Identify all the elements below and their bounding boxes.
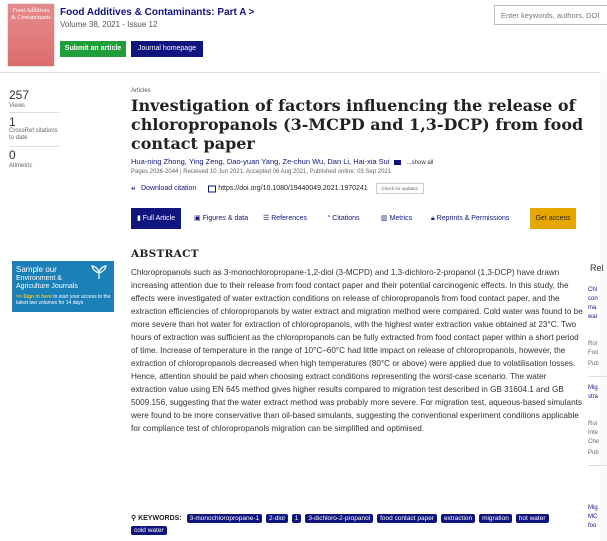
tab-full-article[interactable]: ▮ Full Article	[131, 208, 182, 229]
related-divider	[588, 465, 607, 466]
citation-row: “ Download citation https://doi.org/10.10…	[131, 183, 424, 194]
related-item-meta: Pub	[588, 450, 599, 456]
related-item-text[interactable]: stra	[588, 393, 607, 401]
svg-text:“: “	[131, 185, 136, 193]
crossref-count[interactable]: 1	[9, 115, 16, 129]
journal-volume-issue[interactable]: Volume 38, 2021 - Issue 12	[60, 20, 157, 29]
related-item-text[interactable]: wal	[588, 313, 607, 321]
download-citation-label: Download citation	[141, 185, 197, 193]
tab-label: Figures & data	[202, 215, 249, 222]
related-item-meta: Che	[588, 439, 600, 445]
altmetric-label: Altmetric	[9, 163, 33, 169]
doi-icon	[208, 185, 217, 192]
tab-label: Citations	[332, 215, 360, 222]
related-heading: Rel	[590, 263, 604, 273]
quote-icon: “	[131, 185, 136, 193]
related-divider	[588, 376, 607, 377]
tab-label: References	[271, 215, 308, 222]
sample-journals-ad[interactable]: Sample our Environment & Agriculture Jou…	[12, 261, 114, 312]
crossmark-badge[interactable]: Check for updates	[375, 183, 424, 194]
doi-text: https://doi.org/10.1080/19440049.2021.19…	[218, 185, 368, 193]
related-item-text[interactable]: MC	[588, 513, 607, 521]
views-count: 257	[9, 88, 30, 102]
keyword-tag[interactable]: 3-dichloro-2-propanol	[305, 514, 374, 523]
ad-line-3: >> Sign in here to start your access to …	[16, 294, 114, 306]
download-citation-link[interactable]: “ Download citation	[131, 185, 198, 193]
article-dates: Pages 2036-2044 | Received 10 Jun 2021, …	[131, 169, 392, 175]
keyword-tag[interactable]: 2-diol	[265, 514, 288, 523]
related-item-meta: Pub	[588, 361, 599, 367]
related-item-text[interactable]: foo	[588, 522, 607, 530]
chevron-right-icon: >	[248, 7, 255, 18]
altmetric-count[interactable]: 0	[9, 148, 16, 162]
article-type: Articles	[131, 88, 151, 94]
keyword-tag[interactable]: cold water	[131, 526, 167, 535]
journal-title-link[interactable]: Food Additives & Contaminants: Part A >	[60, 7, 254, 18]
metrics-divider	[9, 112, 59, 113]
keyword-tag[interactable]: hot water	[515, 514, 549, 523]
related-item-text[interactable]: ma	[588, 304, 607, 312]
header-divider	[0, 72, 600, 73]
related-item-text[interactable]: Chl	[588, 286, 607, 294]
plant-icon	[91, 265, 107, 279]
tab-label: Reprints & Permissions	[436, 215, 510, 222]
keyword-tag[interactable]: migration	[479, 514, 512, 523]
metrics-divider	[9, 146, 59, 147]
keyword-tag[interactable]: extraction	[440, 514, 476, 523]
keyword-tag[interactable]: 3-monochloropropane-1	[186, 514, 262, 523]
tab-metrics[interactable]: ▥ Metrics	[381, 208, 412, 229]
related-item-text[interactable]: Mig	[588, 384, 607, 392]
list-icon: ☰	[263, 215, 272, 222]
keywords-row: ⚲ KEYWORDS: 3-monochloropropane-1 2-diol…	[131, 513, 586, 537]
journal-cover-image[interactable]: Food Additives & Contaminants	[8, 4, 54, 66]
cover-title: Food Additives & Contaminants	[11, 8, 51, 21]
crossref-label: CrossRef citations to date	[9, 128, 58, 141]
tab-label: Metrics	[389, 215, 413, 222]
search-input[interactable]: Enter keywords, authors, DOI	[494, 5, 607, 25]
tab-label: Full Article	[142, 215, 176, 222]
show-all-authors-link[interactable]: ...show all	[407, 160, 434, 166]
tab-citations[interactable]: “ Citations	[328, 208, 360, 229]
related-item-meta: Foo	[588, 350, 599, 356]
get-access-button[interactable]: Get access	[530, 208, 576, 229]
related-item-meta: Rui	[588, 421, 598, 427]
bar-chart-icon: ▥	[381, 215, 390, 222]
author-list[interactable]: Hua-ning Zhong, Ying Zeng, Dao-yuan Yang…	[131, 157, 433, 166]
keyword-tag[interactable]: food contact paper	[377, 514, 437, 523]
email-icon[interactable]	[393, 159, 401, 165]
related-item-meta: Inte	[588, 430, 599, 436]
article-title: Investigation of factors influencing the…	[131, 96, 584, 153]
abstract-text: Chloropropanols such as 3-monochloroprop…	[131, 268, 583, 433]
related-item-meta: Rol	[588, 341, 598, 347]
tab-reprints-permissions[interactable]: 🔒︎ Reprints & Permissions	[431, 208, 509, 229]
tab-figures-data[interactable]: ▣ Figures & data	[194, 208, 248, 229]
ad-line-2: Environment & Agriculture Journals	[16, 275, 78, 290]
submit-article-button[interactable]: Submit an article	[60, 41, 126, 57]
tab-references[interactable]: ☰ References	[263, 208, 307, 229]
keywords-label: ⚲ KEYWORDS:	[131, 515, 182, 522]
related-item-text[interactable]: Mig	[588, 504, 607, 512]
volume-link[interactable]: Volume 38, 2021 - Issue 12	[60, 20, 157, 29]
ad-line-1: Sample our	[16, 265, 57, 274]
doi-link[interactable]: https://doi.org/10.1080/19440049.2021.19…	[208, 185, 369, 192]
views-label: Views	[9, 103, 25, 109]
journal-homepage-button[interactable]: Journal homepage	[131, 41, 203, 57]
image-icon: ▣	[194, 215, 203, 222]
authors-text[interactable]: Hua-ning Zhong, Ying Zeng, Dao-yuan Yang…	[131, 157, 389, 166]
keyword-tag[interactable]: 1	[291, 514, 302, 523]
journal-title-text: Food Additives & Contaminants: Part A	[60, 7, 247, 18]
related-item-text[interactable]: con	[588, 295, 607, 303]
abstract-heading: ABSTRACT	[131, 248, 199, 260]
keywords-label-text: KEYWORDS:	[138, 515, 182, 522]
